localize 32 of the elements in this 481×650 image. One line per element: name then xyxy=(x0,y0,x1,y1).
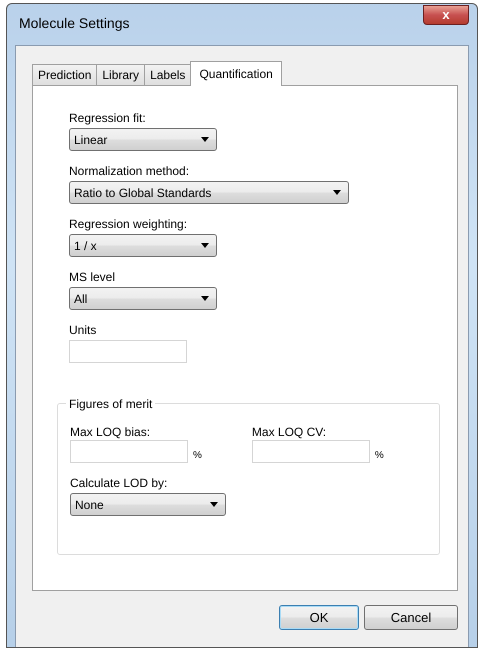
input-field[interactable] xyxy=(69,340,187,363)
caret-icon xyxy=(201,296,209,301)
close-button[interactable]: x xyxy=(423,4,469,24)
ok-button[interactable]: OK xyxy=(279,605,359,630)
input-field[interactable] xyxy=(70,440,188,463)
tab[interactable]: Prediction xyxy=(32,64,98,85)
field-label: Calculate LOD by: xyxy=(70,475,168,491)
unit-label: % xyxy=(374,449,384,463)
tab[interactable]: Library xyxy=(96,64,146,85)
field-label: Units xyxy=(69,322,96,338)
window-title: Molecule Settings xyxy=(18,14,130,30)
caret-icon xyxy=(201,243,209,248)
dropdown[interactable]: Ratio to Global Standards xyxy=(69,181,349,204)
dropdown[interactable]: None xyxy=(70,493,226,516)
field-label: Max LOQ CV: xyxy=(252,425,326,439)
field-label: Normalization method: xyxy=(69,163,190,179)
caret-icon xyxy=(333,190,341,195)
dropdown[interactable]: All xyxy=(69,287,217,310)
dropdown[interactable]: 1 / x xyxy=(69,234,217,257)
group-title: Figures of merit xyxy=(66,396,156,412)
tab[interactable]: Labels xyxy=(144,64,192,85)
field-label: Max LOQ bias: xyxy=(70,425,150,439)
caret-icon xyxy=(201,137,209,142)
cancel-button[interactable]: Cancel xyxy=(364,605,458,630)
unit-label: % xyxy=(193,449,202,463)
field-label: MS level xyxy=(69,269,116,285)
field-label: Regression weighting: xyxy=(69,216,188,232)
caret-icon xyxy=(210,502,218,507)
tab[interactable]: Quantification xyxy=(190,61,282,86)
dropdown[interactable]: Linear xyxy=(69,128,217,151)
field-label: Regression fit: xyxy=(69,110,146,126)
input-field[interactable] xyxy=(252,440,370,463)
